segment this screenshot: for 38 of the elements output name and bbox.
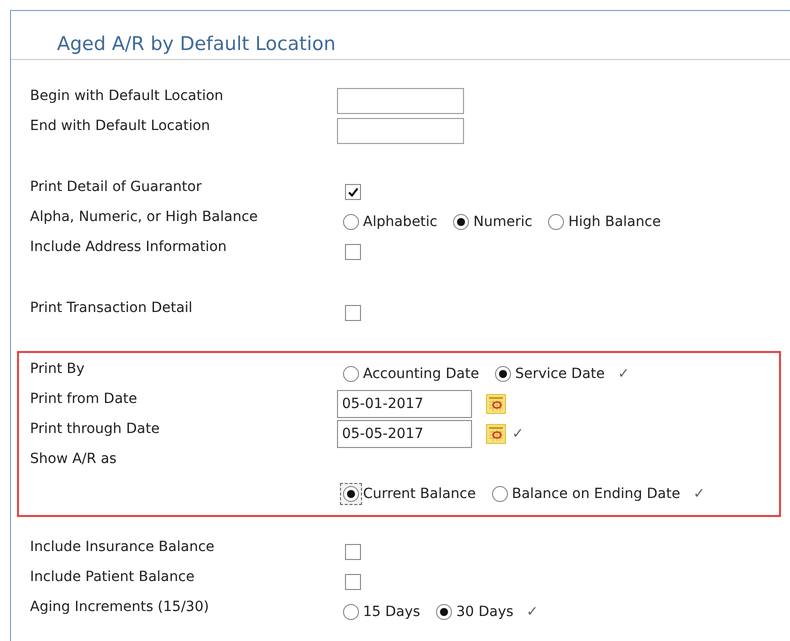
- radio-label[interactable]: Service Date: [515, 366, 605, 382]
- field-label: Aging Increments (15/30): [30, 598, 210, 617]
- radio-label[interactable]: Balance on Ending Date: [512, 486, 680, 502]
- text-field[interactable]: [337, 88, 464, 114]
- field-label: Show A/R as: [30, 450, 118, 469]
- radio-label[interactable]: 15 Days: [363, 604, 420, 620]
- field-label: Print through Date: [30, 420, 161, 439]
- radio-label[interactable]: 30 Days: [456, 604, 514, 620]
- check-mark: ✓: [618, 366, 630, 382]
- radio-label[interactable]: High Balance: [568, 214, 661, 230]
- check-mark: ✓: [693, 486, 705, 502]
- radio-label[interactable]: Accounting Date: [363, 366, 480, 382]
- field-label: Begin with Default Location: [30, 87, 224, 106]
- date-field[interactable]: 05-05-2017: [337, 420, 472, 448]
- field-label: End with Default Location: [30, 117, 212, 136]
- check-mark: ✓: [512, 426, 524, 442]
- checkbox[interactable]: [345, 184, 361, 200]
- checkbox[interactable]: [345, 544, 361, 560]
- field-label: Include Patient Balance: [30, 568, 196, 587]
- field-label: Print Transaction Detail: [30, 299, 194, 318]
- checkbox[interactable]: [345, 244, 361, 260]
- radio-label[interactable]: Alphabetic: [363, 214, 438, 230]
- radio-label[interactable]: Current Balance: [363, 486, 476, 502]
- field-label: Print Detail of Guarantor: [30, 178, 203, 197]
- page-title: Aged A/R by Default Location: [11, 11, 790, 60]
- checkbox[interactable]: [345, 574, 361, 590]
- field-label: Print By: [30, 360, 86, 379]
- calendar-icon[interactable]: [486, 394, 506, 414]
- radio-label[interactable]: Numeric: [473, 214, 532, 230]
- field-label: Alpha, Numeric, or High Balance: [30, 208, 259, 227]
- checkbox[interactable]: [345, 305, 361, 321]
- calendar-icon[interactable]: [486, 424, 506, 444]
- field-label: Print from Date: [30, 390, 138, 409]
- text-field[interactable]: [337, 118, 464, 144]
- date-field[interactable]: 05-01-2017: [337, 390, 472, 418]
- check-mark: ✓: [526, 604, 538, 620]
- field-label: Include Insurance Balance: [30, 538, 216, 557]
- field-label: Include Address Information: [30, 238, 228, 257]
